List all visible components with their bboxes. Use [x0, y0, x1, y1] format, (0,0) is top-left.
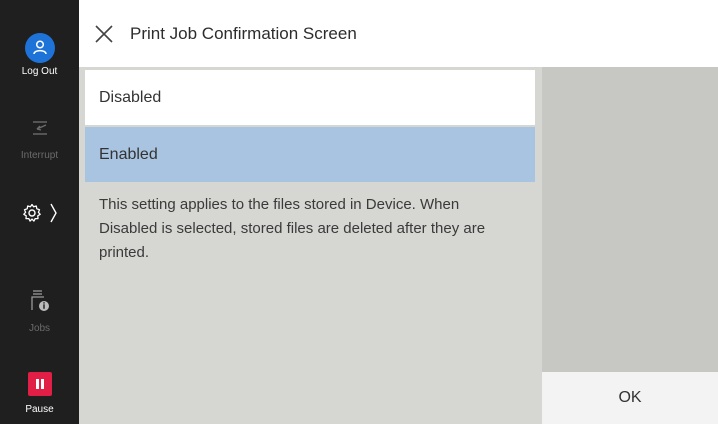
interrupt-label: Interrupt — [20, 150, 59, 161]
options-panel: Disabled Enabled This setting applies to… — [79, 67, 542, 424]
chevron-right-icon — [50, 202, 58, 229]
side-panel — [542, 67, 718, 372]
jobs-button[interactable]: Jobs — [0, 288, 79, 334]
pause-icon — [27, 372, 52, 396]
interrupt-icon — [0, 118, 79, 142]
option-label: Enabled — [99, 145, 158, 163]
jobs-label: Jobs — [28, 323, 51, 334]
option-disabled[interactable]: Disabled — [85, 70, 535, 125]
close-icon[interactable] — [93, 23, 115, 45]
page-title: Print Job Confirmation Screen — [130, 24, 357, 43]
jobs-icon — [0, 288, 79, 312]
option-label: Disabled — [99, 88, 162, 106]
ok-button[interactable]: OK — [542, 372, 718, 424]
pause-label: Pause — [25, 404, 54, 415]
option-enabled[interactable]: Enabled — [85, 127, 535, 182]
interrupt-button[interactable]: Interrupt — [0, 118, 79, 161]
pause-button[interactable]: Pause — [0, 372, 79, 415]
ok-label: OK — [618, 389, 642, 406]
user-icon — [24, 33, 55, 63]
logout-button[interactable]: Log Out — [0, 33, 79, 77]
sidebar: Log Out Interrupt Jobs Pause — [0, 0, 79, 424]
setting-description: This setting applies to the files stored… — [99, 196, 486, 261]
logout-label: Log Out — [21, 66, 58, 77]
settings-button[interactable] — [0, 202, 79, 229]
header: Print Job Confirmation Screen — [79, 0, 718, 67]
gear-icon — [21, 202, 43, 229]
